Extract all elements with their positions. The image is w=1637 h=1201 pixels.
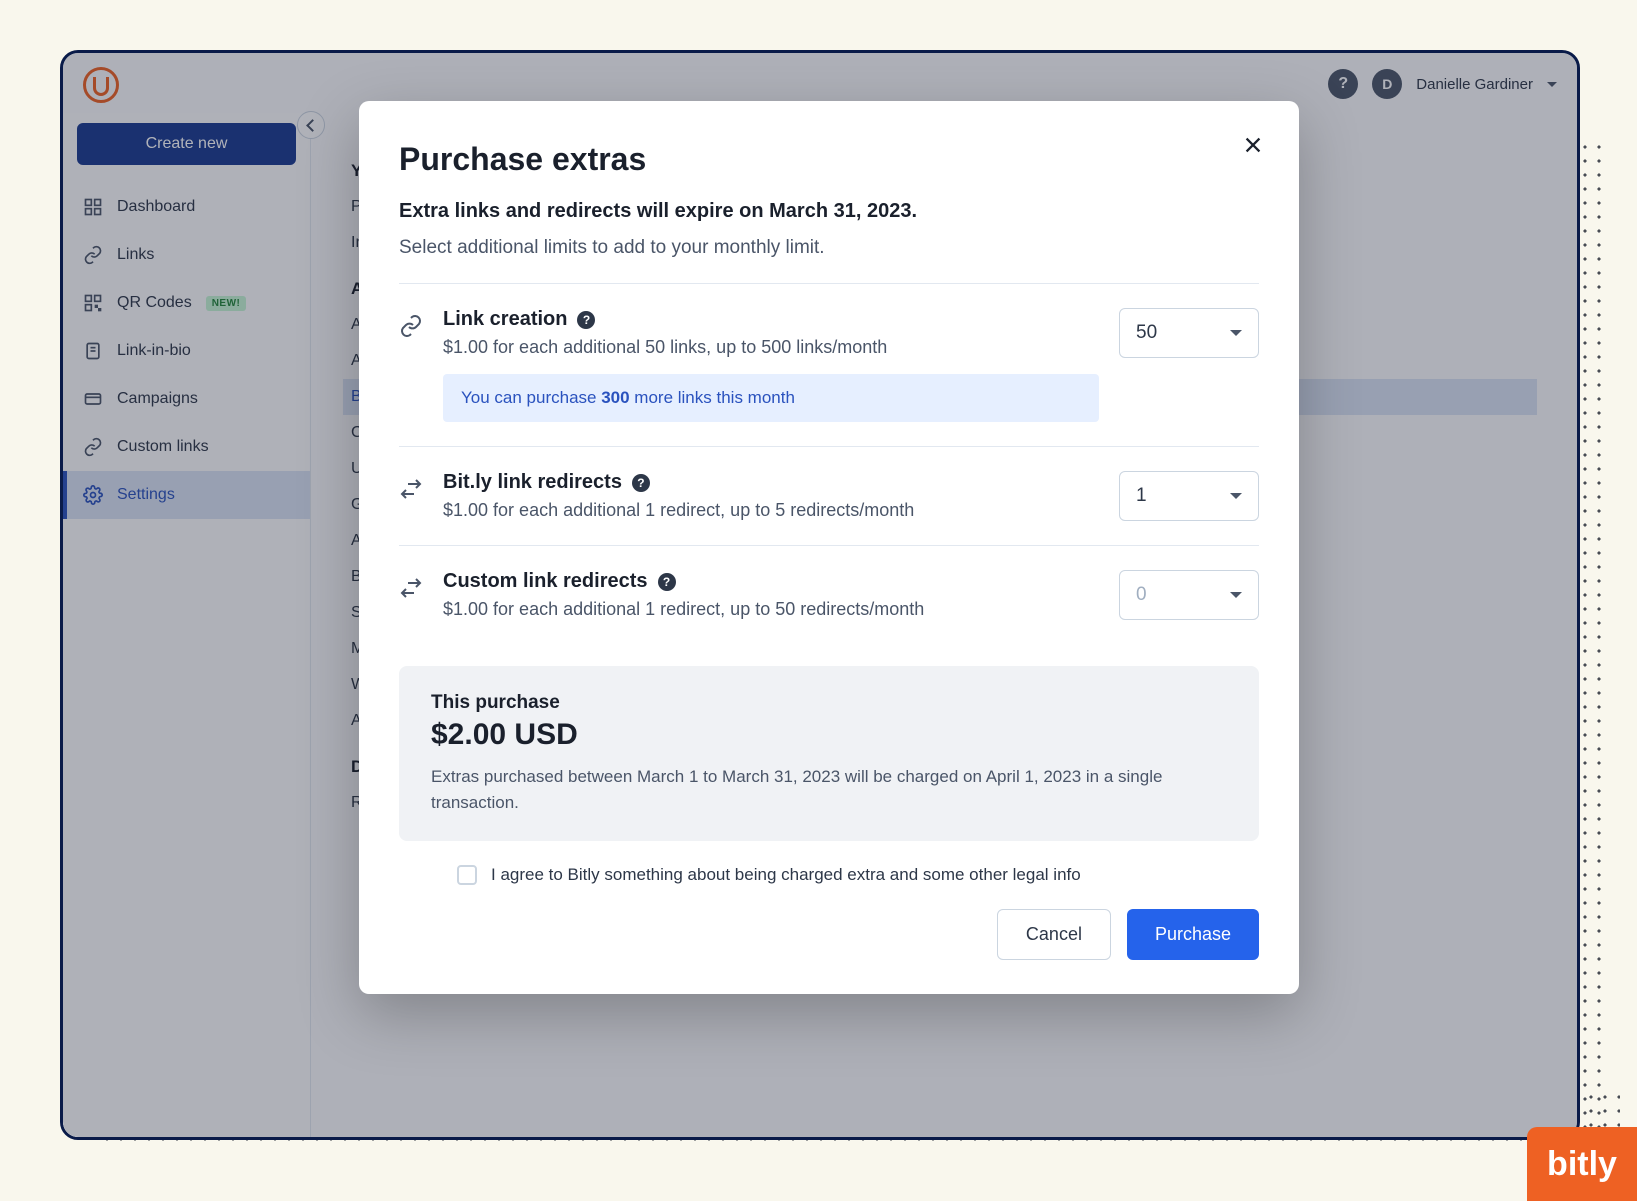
app-window: ? D Danielle Gardiner Create new Dashboa…	[60, 50, 1580, 1140]
redirects-icon	[399, 477, 423, 501]
quantity-select-bitly-redirects[interactable]: 1	[1119, 471, 1259, 521]
chevron-down-icon	[1230, 330, 1242, 336]
summary-amount: $2.00 USD	[431, 718, 1227, 752]
chevron-down-icon	[1230, 592, 1242, 598]
extra-row-link-creation: Link creation ? $1.00 for each additiona…	[399, 283, 1259, 446]
info-icon[interactable]: ?	[577, 311, 595, 329]
select-value: 1	[1136, 485, 1147, 507]
info-icon[interactable]: ?	[632, 474, 650, 492]
chevron-down-icon	[1230, 493, 1242, 499]
redirects-icon	[399, 576, 423, 600]
modal-instruction: Select additional limits to add to your …	[399, 237, 1259, 259]
bitly-brand-tab: bitly	[1527, 1127, 1637, 1201]
summary-note: Extras purchased between March 1 to Marc…	[431, 764, 1227, 815]
row-description: $1.00 for each additional 50 links, up t…	[443, 337, 1099, 358]
info-icon[interactable]: ?	[658, 573, 676, 591]
link-icon	[399, 314, 423, 338]
quantity-select-custom-redirects[interactable]: 0	[1119, 570, 1259, 620]
summary-label: This purchase	[431, 692, 1227, 714]
info-banner: You can purchase 300 more links this mon…	[443, 374, 1099, 422]
agree-text: I agree to Bitly something about being c…	[491, 865, 1081, 885]
quantity-select-link-creation[interactable]: 50	[1119, 308, 1259, 358]
purchase-button[interactable]: Purchase	[1127, 909, 1259, 960]
row-title-text: Bit.ly link redirects	[443, 471, 622, 494]
row-title-text: Link creation	[443, 308, 567, 331]
agree-checkbox[interactable]	[457, 865, 477, 885]
select-value: 50	[1136, 322, 1157, 344]
close-button[interactable]	[1235, 127, 1271, 163]
cancel-button[interactable]: Cancel	[997, 909, 1111, 960]
extra-row-custom-redirects: Custom link redirects ? $1.00 for each a…	[399, 545, 1259, 644]
extra-row-bitly-redirects: Bit.ly link redirects ? $1.00 for each a…	[399, 446, 1259, 545]
select-value: 0	[1136, 584, 1147, 606]
row-description: $1.00 for each additional 1 redirect, up…	[443, 500, 1099, 521]
row-description: $1.00 for each additional 1 redirect, up…	[443, 599, 1099, 620]
row-title-text: Custom link redirects	[443, 570, 648, 593]
modal-title: Purchase extras	[399, 141, 1259, 178]
purchase-extras-modal: Purchase extras Extra links and redirect…	[359, 101, 1299, 994]
close-icon	[1242, 134, 1264, 156]
agree-row: I agree to Bitly something about being c…	[457, 865, 1259, 885]
purchase-summary: This purchase $2.00 USD Extras purchased…	[399, 666, 1259, 841]
modal-subtitle: Extra links and redirects will expire on…	[399, 200, 1259, 223]
